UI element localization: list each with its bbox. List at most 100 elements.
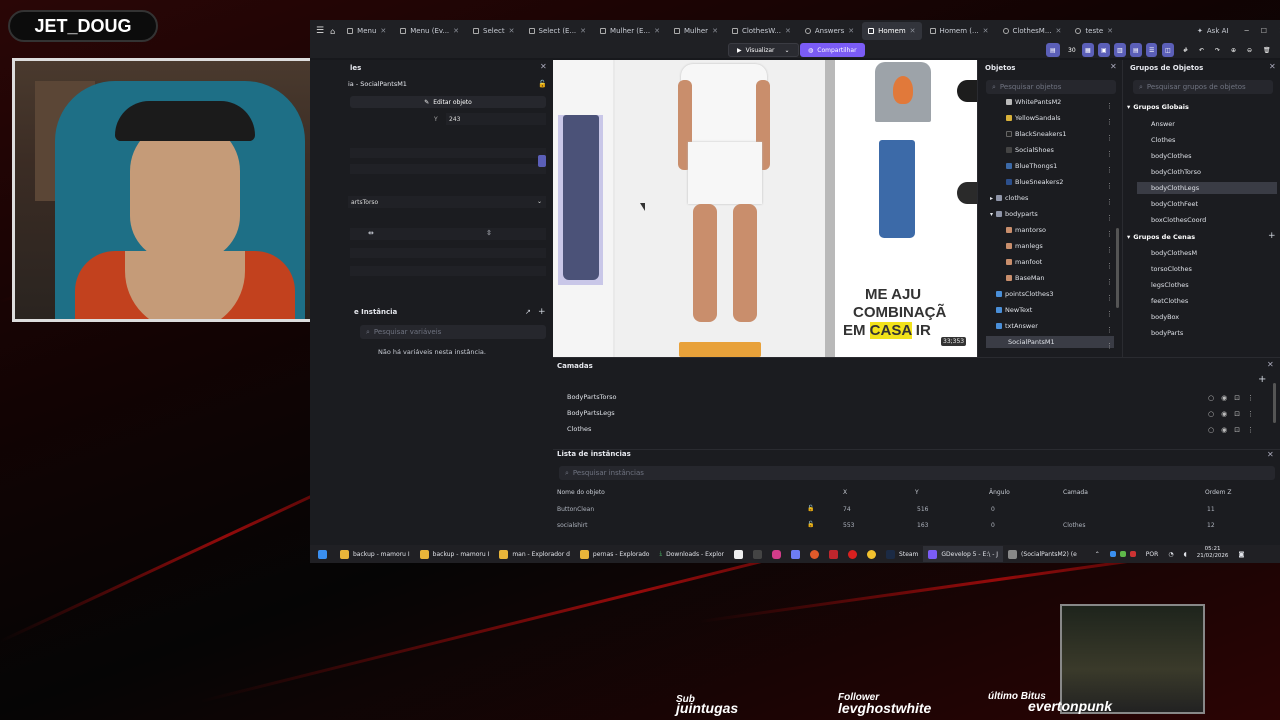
group-item[interactable]: bodyClothes xyxy=(1151,152,1191,160)
layer-settings-icon[interactable]: ○◉⊡⋮ xyxy=(1208,426,1261,434)
taskbar-item[interactable]: backup - mamoru I xyxy=(335,546,415,562)
group-item[interactable]: boxClothesCoord xyxy=(1151,216,1206,224)
clock[interactable]: 05:21 21/02/2026 xyxy=(1192,546,1234,562)
taskbar-app[interactable] xyxy=(824,546,843,562)
layer-settings-icon[interactable]: ○◉⊡⋮ xyxy=(1208,394,1261,402)
minimize-icon[interactable]: ─ xyxy=(1244,27,1248,35)
close-icon[interactable]: ✕ xyxy=(1267,360,1274,369)
objects-search[interactable]: ⌕ Pesquisar objetos xyxy=(986,80,1116,94)
global-groups-header[interactable]: ▾ Grupos Globais xyxy=(1127,103,1189,111)
notifications-icon[interactable]: ◙ xyxy=(1233,546,1249,562)
object-item[interactable]: WhitePantsM2 xyxy=(1006,98,1061,106)
taskbar-app[interactable] xyxy=(843,546,862,562)
tab-4[interactable]: Mulher (E... ✕ xyxy=(594,22,666,40)
opacity-field[interactable] xyxy=(350,248,546,258)
tray-overflow-icon[interactable]: ⌃ xyxy=(1090,546,1105,562)
lock-icon[interactable]: 🔓 xyxy=(538,80,547,88)
object-item[interactable]: manlegs xyxy=(1006,242,1043,250)
object-item[interactable]: pointsClothes3 xyxy=(996,290,1053,298)
scene-canvas[interactable]: ME AJU COMBINAÇÃ EM CASA IR 33;353 xyxy=(553,60,977,357)
zoom-out-icon[interactable]: ⊖ xyxy=(1244,43,1255,57)
group-item[interactable]: Answer xyxy=(1151,120,1175,128)
close-icon[interactable]: ✕ xyxy=(848,27,854,35)
tab-11[interactable]: teste ✕ xyxy=(1069,22,1119,40)
layer-select[interactable]: artsTorso ⌄ xyxy=(348,196,546,208)
close-icon[interactable]: ✕ xyxy=(1056,27,1062,35)
object-item[interactable]: BaseMan xyxy=(1006,274,1045,282)
instances-search[interactable]: ⌕ Pesquisar instâncias xyxy=(559,466,1275,480)
tab-8[interactable]: Homem ✕ xyxy=(862,22,922,40)
tab-3[interactable]: Select (E... ✕ xyxy=(523,22,593,40)
layer-item[interactable]: BodyPartsLegs xyxy=(567,409,615,417)
flip-vertical-icon[interactable]: ⇳ xyxy=(486,229,492,237)
delete-icon[interactable]: 🗑 xyxy=(1260,43,1274,57)
close-icon[interactable]: ✕ xyxy=(654,27,660,35)
groups-search[interactable]: ⌕ Pesquisar grupos de objetos xyxy=(1133,80,1273,94)
object-more-icons[interactable]: ⋮ ⋮ ⋮ ⋮ ⋮ ⋮ ⋮ ⋮ ⋮ ⋮ ⋮ ⋮ ⋮ ⋮ ⋮ ⋮ xyxy=(1106,98,1113,354)
angle-field[interactable] xyxy=(350,266,546,276)
group-item-selected[interactable]: bodyClothLegs xyxy=(1151,184,1199,192)
close-icon[interactable]: ✕ xyxy=(1110,62,1117,71)
tab-0[interactable]: Menu ✕ xyxy=(341,22,392,40)
table-row[interactable]: socialshirt 🔓 553 163 0 Clothes 12 xyxy=(553,520,1273,532)
menu-icon[interactable]: ☰ xyxy=(316,26,324,36)
groups-panel-icon[interactable]: ▥ xyxy=(1114,43,1126,57)
layer-item[interactable]: Clothes xyxy=(567,425,591,433)
variables-search[interactable]: ⌕ Pesquisar variáveis xyxy=(360,325,546,339)
col-header[interactable]: Camada xyxy=(1063,489,1088,496)
object-item[interactable]: BlueThongs1 xyxy=(1006,162,1057,170)
taskbar-app[interactable] xyxy=(862,546,881,562)
taskbar-item[interactable]: pernas - Explorado xyxy=(575,546,655,562)
width-field[interactable] xyxy=(350,148,546,158)
object-item[interactable]: mantorso xyxy=(1006,226,1046,234)
zoom-value[interactable]: 30 xyxy=(1066,43,1078,57)
taskbar-item[interactable]: ⤓ Downloads - Explor xyxy=(654,546,729,562)
hashtag-grid-icon[interactable]: # xyxy=(1180,43,1191,57)
close-icon[interactable]: ✕ xyxy=(712,27,718,35)
undo-icon[interactable]: ↶ xyxy=(1196,43,1207,57)
add-layer-icon[interactable]: + xyxy=(1258,374,1266,385)
col-header[interactable]: Ordem Z xyxy=(1205,489,1231,496)
language-indicator[interactable]: POR xyxy=(1141,546,1164,562)
preview-button[interactable]: ▶ Visualizar ⌄ xyxy=(728,43,799,57)
col-header[interactable]: Y xyxy=(915,489,919,496)
taskbar-app[interactable] xyxy=(786,546,805,562)
home-icon[interactable]: ⌂ xyxy=(330,27,335,36)
group-item[interactable]: Clothes xyxy=(1151,136,1175,144)
link-size-toggle[interactable] xyxy=(538,155,546,167)
close-icon[interactable]: ✕ xyxy=(1269,62,1276,71)
table-row[interactable]: ButtonClean 🔓 74 516 0 11 xyxy=(553,504,1273,516)
network-icon[interactable]: ◔ xyxy=(1163,546,1178,562)
start-button[interactable] xyxy=(310,546,335,562)
flip-horizontal-icon[interactable]: ⇹ xyxy=(368,229,374,237)
taskbar-app[interactable] xyxy=(767,546,786,562)
scene-groups-header[interactable]: ▾ Grupos de Cenas xyxy=(1127,233,1195,241)
object-item[interactable]: NewText xyxy=(996,306,1032,314)
zoom-in-icon[interactable]: ⊕ xyxy=(1228,43,1239,57)
col-header[interactable]: Ângulo xyxy=(989,489,1010,496)
add-group-icon[interactable]: + xyxy=(1268,231,1276,241)
close-icon[interactable]: ✕ xyxy=(453,27,459,35)
close-icon[interactable]: ✕ xyxy=(580,27,586,35)
taskbar-app[interactable] xyxy=(748,546,767,562)
tab-6[interactable]: ClothesW... ✕ xyxy=(726,22,797,40)
close-icon[interactable]: ✕ xyxy=(785,27,791,35)
col-header[interactable]: Nome do objeto xyxy=(557,489,605,496)
lock-icon[interactable]: 🔓 xyxy=(807,521,814,528)
tab-5[interactable]: Mulher ✕ xyxy=(668,22,724,40)
close-icon[interactable]: ✕ xyxy=(1107,27,1113,35)
tab-7[interactable]: Answers ✕ xyxy=(799,22,860,40)
folder-item[interactable]: ▾ bodyparts xyxy=(990,210,1038,218)
ask-ai-button[interactable]: ✦ Ask AI xyxy=(1191,22,1234,40)
y-field[interactable]: 243 xyxy=(446,113,546,125)
folder-item[interactable]: ▸ clothes xyxy=(990,194,1028,202)
object-item[interactable]: YellowSandals xyxy=(1006,114,1061,122)
taskbar-item[interactable]: backup - mamoru I xyxy=(415,546,495,562)
group-item[interactable]: bodyParts xyxy=(1151,329,1183,337)
close-icon[interactable]: ✕ xyxy=(540,62,547,71)
object-item[interactable]: SocialShoes xyxy=(1006,146,1054,154)
object-item[interactable]: txtAnswer xyxy=(996,322,1038,330)
layers-toggle-icon[interactable]: ▤ xyxy=(1046,43,1060,57)
layer-settings-icon[interactable]: ○◉⊡⋮ xyxy=(1208,410,1261,418)
close-icon[interactable]: ✕ xyxy=(983,27,989,35)
